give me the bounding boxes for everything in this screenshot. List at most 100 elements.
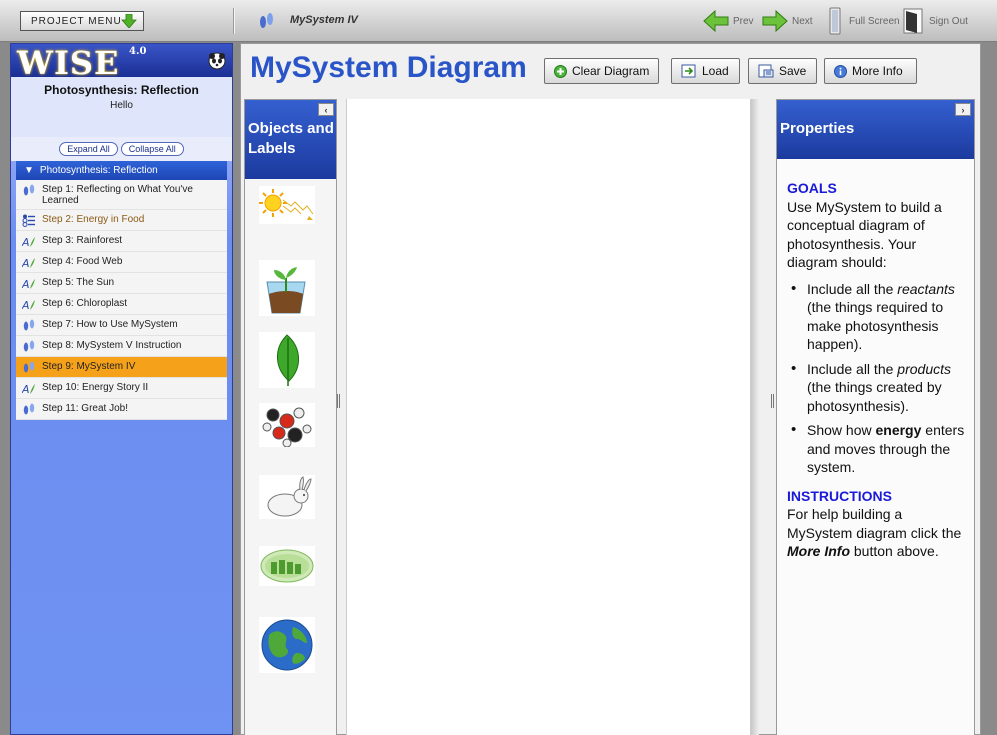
collapse-all-button[interactable]: Collapse All xyxy=(120,142,184,156)
save-button[interactable]: Save xyxy=(748,58,817,84)
sidebar-item-label: Step 8: MySystem V Instruction xyxy=(42,340,182,351)
navigation-sidebar: WISE 4.0 Photosynthesis: Reflection Hell… xyxy=(10,43,233,735)
sidebar-item-label: Step 2: Energy in Food xyxy=(42,214,145,225)
svg-text:A: A xyxy=(22,383,30,395)
sidebar-item-label: Step 9: MySystem IV xyxy=(42,361,136,372)
wise-logo: WISE xyxy=(17,44,120,82)
sidebar-item-step-8[interactable]: Step 8: MySystem V Instruction xyxy=(16,336,227,357)
expand-all-button[interactable]: Expand All xyxy=(59,142,118,156)
project-menu-button[interactable]: PROJECT MENU xyxy=(20,11,144,31)
chevron-left-icon: ‹ xyxy=(324,104,328,115)
potted-plant-icon[interactable] xyxy=(259,260,315,316)
top-toolbar: PROJECT MENU MySystem IV Prev Next Full … xyxy=(0,0,997,42)
svg-text:A: A xyxy=(22,278,30,290)
collapse-left-button[interactable]: ‹ xyxy=(318,103,334,116)
sidebar-item-step-7[interactable]: Step 7: How to Use MySystem xyxy=(16,315,227,336)
footprints-icon xyxy=(22,340,36,353)
goals-intro: Use MySystem to build a conceptual diagr… xyxy=(787,198,942,271)
sidebar-item-label: Step 1: Reflecting on What You've Learne… xyxy=(42,184,193,206)
load-icon xyxy=(681,64,696,78)
sidebar-item-label: Step 3: Rainforest xyxy=(42,235,123,246)
footprints-icon xyxy=(22,184,36,197)
current-step-title: MySystem IV xyxy=(290,14,358,26)
properties-panel-title: Properties xyxy=(780,120,855,137)
load-button[interactable]: Load xyxy=(671,58,740,84)
sidebar-item-step-4[interactable]: A Step 4: Food Web xyxy=(16,252,227,273)
canvas-edge xyxy=(751,99,759,735)
sidebar-item-label: Step 11: Great Job! xyxy=(42,403,128,414)
svg-text:A: A xyxy=(22,236,30,248)
sidebar-item-step-6[interactable]: A Step 6: Chloroplast xyxy=(16,294,227,315)
objects-panel-title: Objects and Labels xyxy=(248,120,334,157)
activity-header[interactable]: ▼ Photosynthesis: Reflection xyxy=(16,161,227,180)
down-arrow-icon xyxy=(121,14,137,28)
sign-out-button[interactable]: Sign Out xyxy=(903,8,968,34)
sidebar-item-step-5[interactable]: A Step 5: The Sun xyxy=(16,273,227,294)
wise-header: WISE 4.0 xyxy=(11,44,232,82)
instructions-text-post: button above. xyxy=(850,543,939,559)
goals-heading: GOALS xyxy=(787,180,837,196)
goal-item-text: Show how xyxy=(807,422,876,438)
footprints-icon xyxy=(260,13,273,28)
load-label: Load xyxy=(702,64,729,78)
sidebar-item-step-9[interactable]: Step 9: MySystem IV xyxy=(16,357,227,378)
instructions-text-pre: For help building a MySystem diagram cli… xyxy=(787,506,962,541)
right-resize-handle[interactable] xyxy=(771,394,774,408)
sidebar-item-label: Step 7: How to Use MySystem xyxy=(42,319,178,330)
goal-item-emphasis: products xyxy=(897,360,951,377)
left-resize-handle[interactable] xyxy=(337,394,340,408)
save-label: Save xyxy=(779,64,807,78)
sidebar-item-step-1[interactable]: Step 1: Reflecting on What You've Learne… xyxy=(16,180,227,210)
goal-item: Include all the reactants (the things re… xyxy=(787,280,966,354)
goal-item-text: (the things created by photosynthesis). xyxy=(807,379,942,414)
prev-label: Prev xyxy=(733,15,754,27)
sign-out-label: Sign Out xyxy=(929,15,968,27)
main-panel: MySystem Diagram Clear Diagram Load Save… xyxy=(240,43,981,735)
full-screen-label: Full Screen xyxy=(849,15,900,27)
toolbar-divider xyxy=(233,8,235,34)
multiple-choice-icon xyxy=(22,214,36,227)
info-icon xyxy=(834,64,847,78)
project-info: Photosynthesis: Reflection Hello xyxy=(11,77,232,137)
page-title: MySystem Diagram xyxy=(250,51,527,84)
molecule-icon[interactable] xyxy=(259,403,315,447)
prev-button[interactable]: Prev xyxy=(703,9,754,33)
chloroplast-icon[interactable] xyxy=(259,546,315,586)
footprints-icon xyxy=(22,319,36,332)
more-info-button[interactable]: More Info xyxy=(824,58,917,84)
clear-diagram-label: Clear Diagram xyxy=(572,64,650,78)
collapse-right-button[interactable]: › xyxy=(955,103,971,116)
footprints-icon xyxy=(22,361,36,374)
rabbit-icon[interactable] xyxy=(259,475,315,519)
leaf-icon[interactable] xyxy=(259,332,315,388)
svg-text:A: A xyxy=(22,299,30,311)
goals-list: Include all the reactants (the things re… xyxy=(787,280,966,477)
next-button[interactable]: Next xyxy=(762,9,813,33)
save-icon xyxy=(758,64,774,78)
goal-item-emphasis: reactants xyxy=(897,280,955,297)
full-screen-icon xyxy=(829,7,841,35)
goal-item-text: Include all the xyxy=(807,280,898,297)
instructions-text: For help building a MySystem diagram cli… xyxy=(787,505,966,561)
earth-icon[interactable] xyxy=(259,617,315,673)
annotated-drawing-icon: A xyxy=(21,382,36,396)
diagram-canvas[interactable] xyxy=(346,99,751,735)
step-list: Step 1: Reflecting on What You've Learne… xyxy=(16,180,227,420)
expand-collapse-row: Expand All Collapse All xyxy=(11,137,232,161)
plus-circle-icon xyxy=(554,64,567,78)
properties-panel: Properties › GOALS Use MySystem to build… xyxy=(776,99,975,735)
sidebar-item-label: Step 6: Chloroplast xyxy=(42,298,128,309)
clear-diagram-button[interactable]: Clear Diagram xyxy=(544,58,660,84)
properties-content: GOALS Use MySystem to build a conceptual… xyxy=(777,159,974,561)
sidebar-item-step-2[interactable]: Step 2: Energy in Food xyxy=(16,210,227,231)
full-screen-button[interactable]: Full Screen xyxy=(829,7,900,35)
sun-icon[interactable] xyxy=(259,186,315,224)
annotated-drawing-icon: A xyxy=(21,298,36,312)
sidebar-item-step-3[interactable]: A Step 3: Rainforest xyxy=(16,231,227,252)
greeting-text: Hello xyxy=(110,100,133,111)
goal-item-text: Include all the xyxy=(807,360,898,377)
sidebar-item-step-11[interactable]: Step 11: Great Job! xyxy=(16,399,227,420)
triangle-down-icon: ▼ xyxy=(24,165,34,176)
more-info-label: More Info xyxy=(852,64,903,78)
sidebar-item-step-10[interactable]: A Step 10: Energy Story II xyxy=(16,378,227,399)
